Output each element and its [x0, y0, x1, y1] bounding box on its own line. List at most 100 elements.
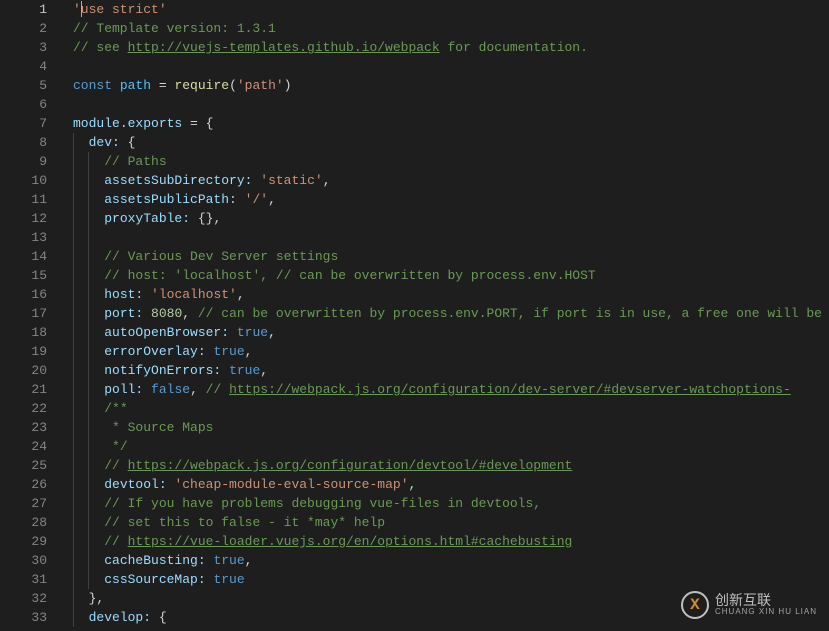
code-line[interactable] [73, 228, 829, 247]
code-line[interactable]: const path = require('path') [73, 76, 829, 95]
indent-guide [73, 342, 74, 361]
line-number: 16 [0, 285, 47, 304]
code-line[interactable]: poll: false, // https://webpack.js.org/c… [73, 380, 829, 399]
code-line[interactable]: dev: { [73, 133, 829, 152]
watermark-icon: X [681, 591, 709, 619]
code-line[interactable]: // Paths [73, 152, 829, 171]
code-line[interactable]: // https://vue-loader.vuejs.org/en/optio… [73, 532, 829, 551]
code-line[interactable]: cssSourceMap: true [73, 570, 829, 589]
indent-guide [73, 551, 74, 570]
line-number: 32 [0, 589, 47, 608]
code-line[interactable]: proxyTable: {}, [73, 209, 829, 228]
indent-guide [88, 418, 89, 437]
code-line[interactable]: // see http://vuejs-templates.github.io/… [73, 38, 829, 57]
indent-guide [88, 228, 89, 247]
code-line[interactable]: assetsPublicPath: '/', [73, 190, 829, 209]
text-cursor [81, 1, 82, 17]
code-line[interactable]: errorOverlay: true, [73, 342, 829, 361]
line-number: 26 [0, 475, 47, 494]
line-number: 9 [0, 152, 47, 171]
indent-guide [88, 323, 89, 342]
code-line[interactable]: */ [73, 437, 829, 456]
line-number: 30 [0, 551, 47, 570]
code-line[interactable]: // Template version: 1.3.1 [73, 19, 829, 38]
code-line[interactable]: autoOpenBrowser: true, [73, 323, 829, 342]
watermark-icon-letter: X [690, 596, 700, 614]
line-number: 25 [0, 456, 47, 475]
line-number: 19 [0, 342, 47, 361]
code-line[interactable] [73, 95, 829, 114]
line-number: 13 [0, 228, 47, 247]
code-line[interactable]: port: 8080, // can be overwritten by pro… [73, 304, 829, 323]
code-line[interactable]: devtool: 'cheap-module-eval-source-map', [73, 475, 829, 494]
indent-guide [88, 380, 89, 399]
indent-guide [88, 266, 89, 285]
code-line[interactable]: // set this to false - it *may* help [73, 513, 829, 532]
indent-guide [88, 190, 89, 209]
code-line[interactable]: // host: 'localhost', // can be overwrit… [73, 266, 829, 285]
indent-guide [73, 418, 74, 437]
indent-guide [73, 380, 74, 399]
line-number: 4 [0, 57, 47, 76]
indent-guide [73, 513, 74, 532]
indent-guide [73, 323, 74, 342]
indent-guide [88, 209, 89, 228]
code-line[interactable]: host: 'localhost', [73, 285, 829, 304]
line-number: 15 [0, 266, 47, 285]
indent-guide [73, 285, 74, 304]
indent-guide [73, 399, 74, 418]
code-line[interactable]: module.exports = { [73, 114, 829, 133]
code-line[interactable]: /** [73, 399, 829, 418]
indent-guide [73, 475, 74, 494]
code-line[interactable]: assetsSubDirectory: 'static', [73, 171, 829, 190]
code-line[interactable]: // If you have problems debugging vue-fi… [73, 494, 829, 513]
indent-guide [73, 532, 74, 551]
line-number: 2 [0, 19, 47, 38]
indent-guide [73, 133, 74, 152]
line-number: 20 [0, 361, 47, 380]
indent-guide [73, 570, 74, 589]
indent-guide [88, 513, 89, 532]
watermark-sub: CHUANG XIN HU LIAN [715, 608, 817, 617]
line-number: 3 [0, 38, 47, 57]
code-line[interactable]: // https://webpack.js.org/configuration/… [73, 456, 829, 475]
code-area[interactable]: 'use strict'// Template version: 1.3.1//… [65, 0, 829, 631]
indent-guide [73, 608, 74, 627]
indent-guide [73, 266, 74, 285]
code-line[interactable]: * Source Maps [73, 418, 829, 437]
code-line[interactable]: 'use strict' [73, 0, 829, 19]
line-number: 23 [0, 418, 47, 437]
indent-guide [73, 171, 74, 190]
line-number: 21 [0, 380, 47, 399]
watermark-text: 创新互联 CHUANG XIN HU LIAN [715, 593, 817, 617]
code-editor[interactable]: 1234567891011121314151617181920212223242… [0, 0, 829, 631]
line-number: 17 [0, 304, 47, 323]
code-line[interactable]: notifyOnErrors: true, [73, 361, 829, 380]
indent-guide [88, 361, 89, 380]
indent-guide [73, 494, 74, 513]
indent-guide [88, 437, 89, 456]
line-number: 33 [0, 608, 47, 627]
indent-guide [88, 475, 89, 494]
indent-guide [88, 304, 89, 323]
line-number: 6 [0, 95, 47, 114]
code-line[interactable]: // Various Dev Server settings [73, 247, 829, 266]
watermark-logo: X 创新互联 CHUANG XIN HU LIAN [681, 591, 817, 619]
indent-guide [73, 456, 74, 475]
indent-guide [73, 361, 74, 380]
indent-guide [88, 285, 89, 304]
indent-guide [73, 190, 74, 209]
indent-guide [88, 532, 89, 551]
code-line[interactable]: cacheBusting: true, [73, 551, 829, 570]
indent-guide [73, 304, 74, 323]
line-number-gutter[interactable]: 1234567891011121314151617181920212223242… [0, 0, 65, 631]
indent-guide [88, 551, 89, 570]
code-line[interactable] [73, 57, 829, 76]
indent-guide [88, 171, 89, 190]
line-number: 18 [0, 323, 47, 342]
line-number: 12 [0, 209, 47, 228]
line-number: 31 [0, 570, 47, 589]
line-number: 14 [0, 247, 47, 266]
line-number: 8 [0, 133, 47, 152]
indent-guide [88, 152, 89, 171]
